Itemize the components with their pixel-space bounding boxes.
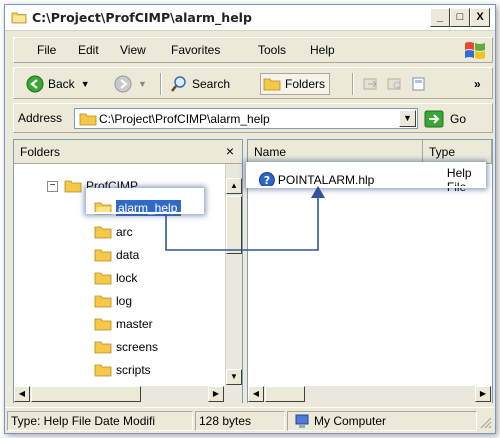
callout-connector: [165, 186, 325, 251]
